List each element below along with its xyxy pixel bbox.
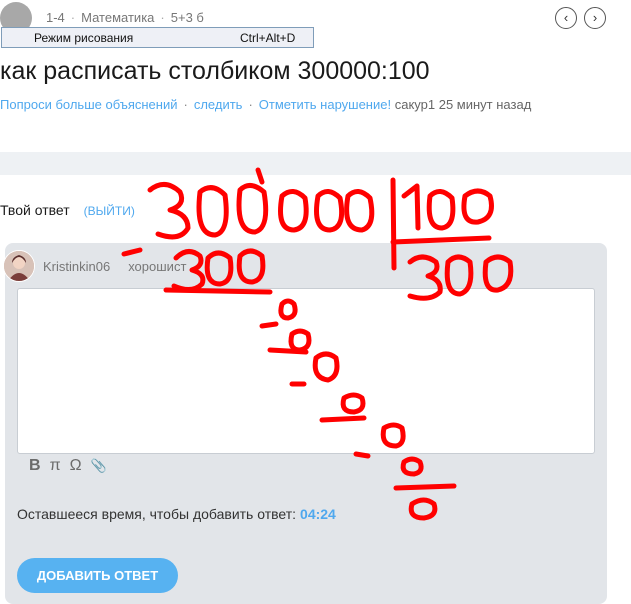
timer-line: Оставшееся время, чтобы добавить ответ: 0… (17, 506, 336, 522)
grade-label[interactable]: 1-4 (46, 10, 65, 25)
next-question-button[interactable]: › (584, 7, 606, 29)
bold-icon[interactable]: B (29, 457, 41, 475)
answerer-rank: хорошист (128, 259, 187, 274)
answer-label: Твой ответ (0, 202, 70, 218)
answer-panel: Kristinkin06 хорошист Bπ Ω 📎 Оставшееся вре… (3, 243, 607, 604)
question-actions: Попроси больше объяснений · следить · Отмети… (0, 97, 532, 112)
attach-icon[interactable]: 📎 (91, 458, 107, 474)
omega-icon[interactable]: Ω (70, 457, 82, 475)
follow-link[interactable]: следить (194, 97, 243, 112)
question-meta: 1-4 · Математика · 5+3 б (46, 10, 204, 25)
report-link[interactable]: Отметить нарушение! (259, 97, 391, 112)
add-answer-button[interactable]: ДОБАВИТЬ ОТВЕТ (17, 558, 178, 593)
prev-question-button[interactable]: ‹ (555, 7, 577, 29)
tooltip-shortcut: Ctrl+Alt+D (240, 31, 296, 45)
tooltip-label: Режим рисования (34, 31, 134, 45)
question-author[interactable]: сакур1 (395, 97, 435, 112)
avatar-image (4, 251, 34, 281)
drawing-mode-tooltip: Режим рисования Ctrl+Alt+D (1, 27, 314, 48)
answerer-info: Kristinkin06 хорошист (43, 259, 186, 274)
points-label: 5+3 б (170, 10, 204, 25)
timer-value: 04:24 (300, 506, 336, 522)
question-title: как расписать столбиком 300000:100 (0, 57, 430, 85)
answer-editor[interactable] (17, 288, 595, 454)
section-divider (0, 152, 631, 175)
pi-icon[interactable]: π (50, 457, 61, 475)
subject-label[interactable]: Математика (81, 10, 154, 25)
exit-link[interactable]: (ВЫЙТИ) (84, 204, 135, 218)
editor-toolbar: Bπ Ω 📎 (29, 457, 116, 475)
answerer-avatar[interactable] (3, 250, 35, 282)
ask-more-link[interactable]: Попроси больше объяснений (0, 97, 178, 112)
timer-text: Оставшееся время, чтобы добавить ответ: (17, 506, 297, 522)
question-time: 25 минут назад (438, 97, 532, 112)
answerer-name[interactable]: Kristinkin06 (43, 259, 110, 274)
answer-heading: Твой ответ (ВЫЙТИ) (0, 202, 135, 218)
